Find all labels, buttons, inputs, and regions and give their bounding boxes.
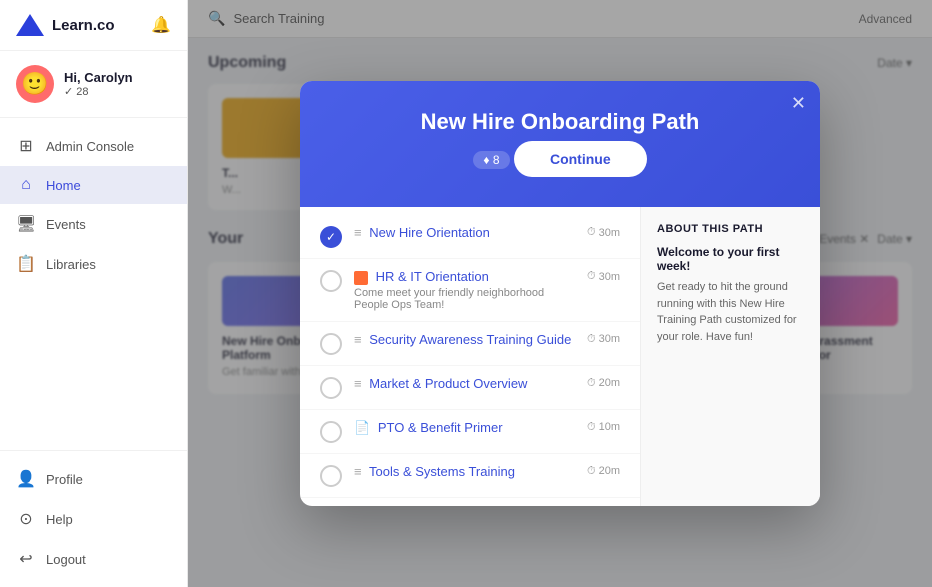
path-item[interactable]: ≡ Tools & Systems Training ⏱ 20m <box>300 454 640 498</box>
path-item[interactable]: ✓ ≡ New Hire Orientation ⏱ 30m <box>300 215 640 259</box>
list-icon: ≡ <box>354 464 362 479</box>
item-duration: ⏱ 20m <box>587 465 620 478</box>
logout-icon: ↩ <box>16 549 36 569</box>
item-status-icon: ✓ <box>320 226 342 248</box>
about-subtitle: Welcome to your first week! <box>657 245 804 273</box>
home-icon: ⌂ <box>16 176 36 194</box>
item-duration: ⏱ 30m <box>587 333 620 346</box>
main-content: 🔍 Advanced Upcoming Date ▾ T... W... You… <box>188 0 932 587</box>
item-title: ≡ New Hire Orientation <box>354 225 575 240</box>
path-item[interactable]: ≡ Security Awareness Training Guide ⏱ 30… <box>300 322 640 366</box>
path-list: ✓ ≡ New Hire Orientation ⏱ 30m <box>300 207 640 506</box>
modal-body: ✓ ≡ New Hire Orientation ⏱ 30m <box>300 207 820 506</box>
user-greeting: Hi, Carolyn <box>64 70 133 85</box>
sidebar-item-label: Libraries <box>46 257 96 272</box>
close-button[interactable]: ✕ <box>791 93 806 114</box>
item-duration: ⏱ 20m <box>587 377 620 390</box>
modal-dialog: ✕ New Hire Onboarding Path ♦ 8 Continue … <box>300 81 820 506</box>
help-icon: ⊙ <box>16 509 36 529</box>
modal-badge: ♦ 8 <box>473 151 509 169</box>
path-item[interactable]: 📄 PTO & Benefit Primer ⏱ 10m <box>300 410 640 454</box>
item-duration: ⏱ 10m <box>587 421 620 434</box>
item-duration: ⏱ 30m <box>587 270 620 283</box>
item-status-icon <box>320 421 342 443</box>
sidebar-item-profile[interactable]: 👤 Profile <box>0 459 187 499</box>
sidebar-bottom-nav: 👤 Profile ⊙ Help ↩ Logout <box>0 450 187 587</box>
list-icon: ≡ <box>354 376 362 391</box>
path-item[interactable]: ≡ Market & Product Overview ⏱ 20m <box>300 366 640 410</box>
modal-header: ✕ New Hire Onboarding Path ♦ 8 Continue <box>300 81 820 207</box>
sidebar-item-events[interactable]: 🖥 Events <box>0 204 187 244</box>
bell-icon[interactable]: 🔔 <box>151 15 171 35</box>
libraries-icon: 📋 <box>16 254 36 274</box>
about-title: ABOUT THIS PATH <box>657 223 804 235</box>
hr-icon <box>354 271 368 285</box>
item-status-icon <box>320 270 342 292</box>
item-title: ≡ Tools & Systems Training <box>354 464 575 479</box>
about-description: Get ready to hit the ground running with… <box>657 279 804 345</box>
user-info: Hi, Carolyn ✓ 28 <box>64 70 133 98</box>
item-subtitle: Come meet your friendly neighborhood Peo… <box>354 287 575 311</box>
item-status-icon <box>320 333 342 355</box>
sidebar-item-label: Admin Console <box>46 139 134 154</box>
item-status-icon <box>320 377 342 399</box>
sidebar-item-help[interactable]: ⊙ Help <box>0 499 187 539</box>
sidebar-item-label: Help <box>46 512 73 527</box>
modal-overlay: ✕ New Hire Onboarding Path ♦ 8 Continue … <box>188 0 932 587</box>
list-icon: ≡ <box>354 332 362 347</box>
logo-text: Learn.co <box>52 17 115 34</box>
user-badge: ✓ 28 <box>64 85 133 98</box>
continue-button[interactable]: Continue <box>514 141 647 177</box>
list-icon: ≡ <box>354 225 362 240</box>
events-icon: 🖥 <box>16 214 36 234</box>
modal-title: New Hire Onboarding Path <box>324 109 796 135</box>
sidebar-item-label: Home <box>46 178 81 193</box>
item-title: ≡ Market & Product Overview <box>354 376 575 391</box>
item-duration: ⏱ 30m <box>587 226 620 239</box>
item-title: HR & IT Orientation <box>354 269 575 285</box>
doc-icon: 📄 <box>354 420 370 435</box>
profile-icon: 👤 <box>16 469 36 489</box>
item-title: 📄 PTO & Benefit Primer <box>354 420 575 436</box>
sidebar-item-label: Logout <box>46 552 86 567</box>
sidebar: Learn.co 🔔 🙂 Hi, Carolyn ✓ 28 ⊞ Admin Co… <box>0 0 188 587</box>
logo: Learn.co <box>16 14 115 36</box>
sidebar-item-admin-console[interactable]: ⊞ Admin Console <box>0 126 187 166</box>
sidebar-item-logout[interactable]: ↩ Logout <box>0 539 187 579</box>
sidebar-item-home[interactable]: ⌂ Home <box>0 166 187 204</box>
avatar-image: 🙂 <box>21 71 48 97</box>
avatar: 🙂 <box>16 65 54 103</box>
main-nav: ⊞ Admin Console ⌂ Home 🖥 Events 📋 Librar… <box>0 118 187 450</box>
user-profile-area: 🙂 Hi, Carolyn ✓ 28 <box>0 51 187 118</box>
path-item[interactable]: HR & IT Orientation Come meet your frien… <box>300 259 640 322</box>
item-status-icon <box>320 465 342 487</box>
sidebar-item-libraries[interactable]: 📋 Libraries <box>0 244 187 284</box>
about-panel: ABOUT THIS PATH Welcome to your first we… <box>640 207 820 506</box>
logo-area: Learn.co 🔔 <box>0 0 187 51</box>
sidebar-item-label: Events <box>46 217 86 232</box>
item-title: ≡ Security Awareness Training Guide <box>354 332 575 347</box>
logo-icon <box>16 14 44 36</box>
sidebar-item-label: Profile <box>46 472 83 487</box>
grid-icon: ⊞ <box>16 136 36 156</box>
